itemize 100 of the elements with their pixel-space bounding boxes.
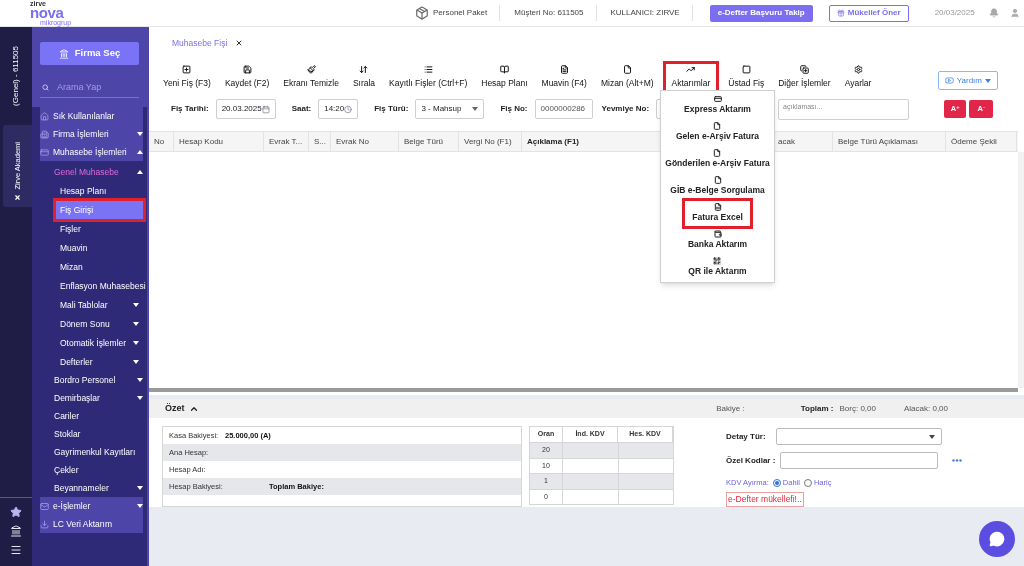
toolbar-button[interactable]: Diğer İşlemler [776, 64, 833, 91]
sidebar-item[interactable]: Muhasebe İşlemleri [40, 143, 143, 161]
search-icon [42, 83, 49, 92]
toolbar-button[interactable]: Kayıtlı Fişler (Ctrl+F) [387, 64, 470, 91]
star-icon[interactable] [10, 506, 22, 518]
sidebar-item[interactable]: Genel Muhasebe [54, 163, 143, 181]
close-icon[interactable] [14, 194, 21, 201]
column-header[interactable]: Hesap Kodu [174, 132, 264, 151]
list-icon [423, 65, 433, 75]
sidebar-item[interactable]: Cariler [54, 407, 143, 425]
sidebar-item[interactable]: Demirbaşlar [54, 389, 143, 407]
document-tab[interactable]: Muhasebe Fişi [172, 36, 228, 50]
sidebar-item[interactable]: Mali Tablolar [56, 295, 143, 314]
refer-button[interactable]: Mükellef Öner [828, 4, 909, 22]
sidebar-item[interactable]: Firma İşlemleri [40, 125, 143, 143]
file-icon [622, 65, 632, 75]
caret-down-icon [472, 107, 479, 111]
column-header[interactable]: Vergi No (F1) [459, 132, 522, 151]
close-icon[interactable] [235, 39, 244, 47]
toolbar-button[interactable]: Kaydet (F2) [222, 64, 272, 91]
sidebar-item[interactable]: Beyannameler [54, 479, 143, 497]
gift-icon [836, 9, 845, 17]
search-field[interactable]: Arama Yap [57, 80, 137, 95]
file-icon [713, 122, 722, 131]
document-icon [559, 65, 569, 75]
toolbar-button[interactable]: Sırala [350, 64, 378, 91]
sidebar-item[interactable]: Muavin [56, 238, 143, 257]
sidebar-item[interactable]: Dönem Sonu [56, 314, 143, 333]
column-header[interactable]: S... [309, 132, 331, 151]
spreadsheet-icon [713, 203, 722, 212]
toolbar-button[interactable]: Mizan (Alt+M) [598, 64, 656, 91]
save-icon [242, 65, 252, 75]
sidebar-item[interactable]: Otomatik İşlemler [56, 333, 143, 352]
date-text: 20/03/2025 [934, 7, 975, 19]
menu-item[interactable]: Fatura Excel [684, 200, 751, 227]
toolbar-button[interactable]: Aktarımlar [665, 64, 717, 91]
square-icon [741, 65, 751, 75]
date-field[interactable]: 20.03.2025 [215, 99, 276, 119]
field-label: Fiş Türü: [374, 103, 409, 115]
chat-button[interactable] [979, 521, 1015, 557]
sidebar-item[interactable]: LC Veri Aktarım [40, 515, 143, 533]
time-field[interactable]: 14:20 [318, 99, 359, 119]
help-button[interactable]: Yardım [937, 71, 998, 90]
sidebar-item[interactable]: Stoklar [54, 425, 143, 443]
toolbar-button[interactable]: Ayarlar [842, 64, 874, 91]
sidebar-item[interactable]: Mizan [56, 257, 143, 276]
debit-amount: Borç: 0,00 [839, 402, 876, 415]
package-label: Personel Paket [433, 7, 488, 19]
sidebar-item[interactable]: Çekler [54, 461, 143, 479]
file-icon [713, 176, 722, 185]
credit-amount: Alacak: 0,00 [903, 402, 948, 415]
toolbar-button[interactable]: Ekranı Temizle [281, 64, 341, 91]
sidebar-item[interactable]: Fişler [56, 219, 143, 238]
brush-icon [306, 65, 316, 75]
add-icon [182, 65, 192, 75]
menu-item[interactable]: Banka Aktarım [686, 227, 749, 254]
menu-item[interactable]: Express Aktarım [683, 92, 752, 119]
sidebar-item[interactable]: Defterler [56, 352, 143, 371]
column-header[interactable]: Belge Türü Açıklaması [833, 132, 946, 151]
sidebar-item[interactable]: Hesap Planı [56, 181, 143, 200]
menu-item[interactable]: GİB e-Belge Sorgulama [669, 173, 766, 200]
sidebar-item[interactable]: Fiş Girişi [56, 200, 143, 219]
type-select[interactable]: 3 - Mahsup [415, 99, 485, 119]
sidebar-item[interactable]: Gayrimenkul Kayıtları [54, 443, 143, 461]
warning-text: e-Defter mükellefi!.. [726, 492, 804, 507]
clock-icon [344, 104, 353, 114]
field-label: Detay Tür: [726, 430, 767, 443]
sort-icon [359, 65, 369, 75]
more-icon[interactable] [952, 459, 962, 462]
bank-icon [58, 48, 69, 59]
bank-icon[interactable] [10, 525, 22, 537]
customer-number: Müşteri No: 611505 [514, 7, 584, 19]
column-header[interactable]: Belge Türü [399, 132, 459, 151]
column-header[interactable]: Ödeme Şekli [946, 132, 1017, 151]
column-header[interactable]: Evrak T... [264, 132, 309, 151]
summary-toggle[interactable]: Özet [165, 401, 199, 416]
calendar-icon [261, 104, 270, 114]
toolbar-button[interactable]: Hesap Planı [479, 64, 530, 91]
trend-icon [686, 65, 696, 75]
copy-icon [799, 65, 809, 75]
firm-select-button[interactable]: Firma Seç [40, 42, 139, 65]
caret-down-icon [929, 434, 935, 439]
sidebar-item[interactable]: Enflasyon Muhasebesi [56, 276, 143, 295]
toolbar-button[interactable]: Yeni Fiş (F3) [161, 64, 213, 91]
sidebar-item[interactable]: Bordro Personel [54, 371, 143, 389]
chat-icon [989, 531, 1005, 547]
input-field[interactable]: 0000000286 [534, 99, 593, 119]
column-header[interactable]: No [149, 132, 174, 151]
toolbar-button[interactable]: Muavin (F4) [539, 64, 589, 91]
toolbar-button[interactable]: Üstad Fiş [726, 64, 767, 91]
settings-icon [853, 65, 863, 75]
sidebar-item[interactable]: Sık Kullanılanlar [40, 107, 143, 125]
caret-down-icon [985, 78, 991, 83]
file-icon [713, 149, 722, 158]
column-header[interactable]: Evrak No [331, 132, 399, 151]
input-field[interactable] [780, 452, 938, 469]
field-label: Özel Kodlar : [726, 454, 777, 467]
sidebar-item[interactable]: e-İşlemler [40, 497, 143, 515]
application-tracking-button[interactable]: e-Defter Başvuru Takip [709, 4, 813, 22]
menu-item[interactable]: QR ile Aktarım [687, 254, 748, 281]
